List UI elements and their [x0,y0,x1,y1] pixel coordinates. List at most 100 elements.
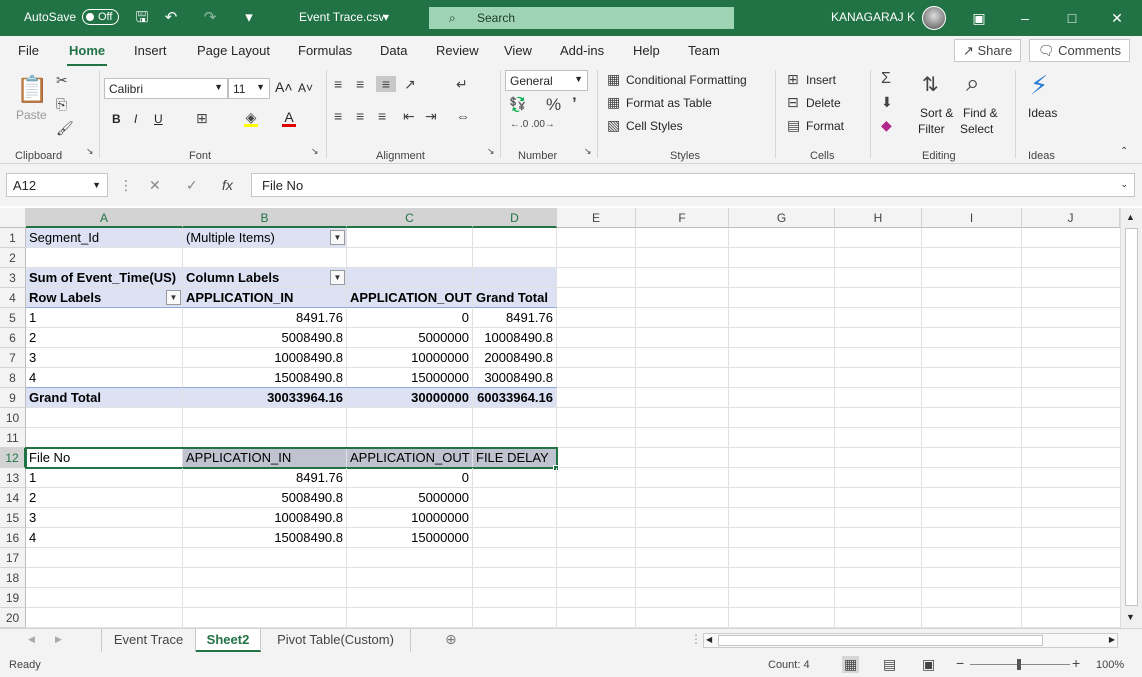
row-header[interactable]: 17 [0,548,26,568]
column-header-i[interactable]: I [922,208,1022,228]
cell-d1[interactable] [473,228,557,248]
ideas-button[interactable]: Ideas [1028,106,1057,120]
cell-d13[interactable] [473,468,557,488]
page-break-view-icon[interactable]: ▣ [922,656,935,673]
scroll-thumb[interactable] [718,635,1043,646]
align-top-icon[interactable]: ≡ [334,76,342,92]
row-header[interactable]: 6 [0,328,26,348]
row-header[interactable]: 4 [0,288,26,308]
collapse-ribbon-icon[interactable]: ⌃ [1120,146,1128,157]
row-header[interactable]: 7 [0,348,26,368]
align-right-icon[interactable]: ≡ [378,108,386,124]
cell-a20[interactable] [26,608,183,628]
row-header[interactable]: 1 [0,228,26,248]
cell-c20[interactable] [347,608,473,628]
increase-decimal-icon[interactable]: ←.0 [510,119,528,130]
filter-dropdown-icon[interactable]: ▼ [166,290,181,305]
cell-c17[interactable] [347,548,473,568]
cell-a18[interactable] [26,568,183,588]
clear-icon[interactable]: ◆ [881,117,892,134]
autosave-toggle[interactable]: Off [82,9,119,25]
font-launcher-icon[interactable]: ↘ [311,146,319,157]
cell-b7[interactable]: 10008490.8 [183,348,347,368]
cell-d14[interactable] [473,488,557,508]
share-button[interactable]: ↗ Share [954,39,1022,62]
cell-d3[interactable] [473,268,557,288]
undo-icon[interactable]: ↶ [162,9,180,27]
zoom-slider-thumb[interactable] [1017,659,1021,670]
column-header-b[interactable]: B [183,208,347,228]
column-header-c[interactable]: C [347,208,473,228]
cell-c12[interactable]: APPLICATION_OUT [347,448,473,468]
filter-dropdown-icon[interactable]: ▼ [330,230,345,245]
cell-d4[interactable]: Grand Total [473,288,557,308]
sort-label-2[interactable]: Filter [918,122,945,136]
insert-cells-button[interactable]: Insert [806,73,836,87]
font-size-dropdown[interactable]: 11 ▼ [228,78,270,99]
cell-c6[interactable]: 5000000 [347,328,473,348]
cell-d10[interactable] [473,408,557,428]
tab-view[interactable]: View [504,43,532,58]
sort-label-1[interactable]: Sort & [920,106,953,120]
redo-icon[interactable]: ↷ [201,9,219,27]
tab-add-ins[interactable]: Add-ins [560,43,604,58]
format-as-table-button[interactable]: Format as Table [626,96,712,110]
cell-b11[interactable] [183,428,347,448]
row-header[interactable]: 2 [0,248,26,268]
cell-a17[interactable] [26,548,183,568]
cut-icon[interactable]: ✂ [56,72,68,89]
cell-d9[interactable]: 60033964.16 [473,388,557,408]
cell-c7[interactable]: 10000000 [347,348,473,368]
tab-data[interactable]: Data [380,43,407,58]
sheet-tab-pivot-table-custom[interactable]: Pivot Table(Custom) [261,629,411,652]
align-left-icon[interactable]: ≡ [334,108,342,124]
comments-button[interactable]: 🗨 Comments [1029,39,1130,62]
cell-d2[interactable] [473,248,557,268]
column-header-f[interactable]: F [636,208,729,228]
search-box[interactable]: ⌕ Search [429,7,734,29]
increase-font-icon[interactable]: A˄ [275,79,293,95]
expand-formula-icon[interactable]: ⌄ [1120,179,1128,190]
accounting-format-icon[interactable]: 💱 [509,96,526,113]
cell-b12[interactable]: APPLICATION_IN [183,448,347,468]
cell-b19[interactable] [183,588,347,608]
cell-b6[interactable]: 5008490.8 [183,328,347,348]
underline-button[interactable]: U [154,112,163,126]
format-cells-button[interactable]: Format [806,119,844,133]
cell-a9[interactable]: Grand Total [26,388,183,408]
row-header[interactable]: 19 [0,588,26,608]
filter-dropdown-icon[interactable]: ▼ [330,270,345,285]
maximize-icon[interactable]: □ [1062,8,1082,28]
select-all-corner[interactable] [0,208,26,228]
row-header[interactable]: 5 [0,308,26,328]
align-center-icon[interactable]: ≡ [356,108,364,124]
cell-d15[interactable] [473,508,557,528]
tab-file[interactable]: File [18,43,39,58]
cell-b1[interactable]: (Multiple Items) [183,228,347,248]
row-header[interactable]: 13 [0,468,26,488]
row-header[interactable]: 11 [0,428,26,448]
tab-insert[interactable]: Insert [134,43,167,58]
cell-a3[interactable]: Sum of Event_Time(US) [26,268,183,288]
cell-b20[interactable] [183,608,347,628]
row-header[interactable]: 18 [0,568,26,588]
font-name-dropdown[interactable]: Calibri ▼ [104,78,228,99]
cell-b17[interactable] [183,548,347,568]
minimize-icon[interactable]: – [1015,8,1035,28]
column-header-d[interactable]: D [473,208,557,228]
cell-d18[interactable] [473,568,557,588]
cancel-icon[interactable]: ✕ [149,177,161,194]
cell-d11[interactable] [473,428,557,448]
row-header[interactable]: 10 [0,408,26,428]
cell-a12-active[interactable]: File No [26,448,183,468]
row-header[interactable]: 20 [0,608,26,628]
scroll-down-icon[interactable]: ▼ [1126,612,1135,622]
cell-a13[interactable]: 1 [26,468,183,488]
cell-d17[interactable] [473,548,557,568]
row-header[interactable]: 9 [0,388,26,408]
tab-team[interactable]: Team [688,43,720,58]
copy-icon[interactable]: ⎘ [56,96,67,113]
sheet-tab-event-trace[interactable]: Event Trace [102,629,196,652]
formula-input[interactable]: File No ⌄ [251,173,1135,197]
cell-c2[interactable] [347,248,473,268]
